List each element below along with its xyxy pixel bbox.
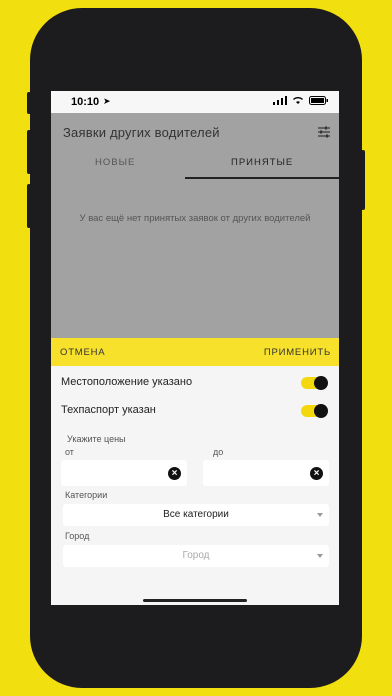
volume-up-button bbox=[27, 130, 31, 174]
passport-toggle[interactable] bbox=[301, 404, 328, 418]
location-arrow-icon: ➤ bbox=[103, 96, 111, 106]
price-to-label: до bbox=[213, 447, 224, 457]
chevron-down-icon bbox=[317, 554, 323, 558]
city-select[interactable]: Город bbox=[63, 545, 329, 567]
status-time: 10:10 bbox=[71, 96, 100, 108]
clear-icon[interactable]: × bbox=[168, 467, 181, 480]
tab-bar: НОВЫЕ ПРИНЯТЫЕ bbox=[51, 151, 339, 181]
volume-down-button bbox=[27, 184, 31, 228]
page-title: Заявки других водителей bbox=[63, 125, 220, 140]
filter-settings-icon[interactable] bbox=[317, 125, 331, 139]
toggle-knob bbox=[314, 376, 328, 390]
price-label: Укажите цены bbox=[67, 434, 126, 444]
wifi-icon bbox=[293, 97, 303, 104]
mute-switch bbox=[27, 92, 31, 114]
cancel-button[interactable]: ОТМЕНА bbox=[60, 347, 105, 358]
app-screen: 10:10 ➤ Заявки других водителей НОВЫЕ ПР… bbox=[51, 91, 339, 605]
power-button bbox=[361, 150, 365, 210]
toggle-knob bbox=[314, 404, 328, 418]
price-from-label: от bbox=[65, 447, 74, 457]
filter-action-bar: ОТМЕНА ПРИМЕНИТЬ bbox=[51, 338, 339, 366]
price-from-input[interactable]: × bbox=[61, 460, 187, 486]
empty-state-message: У вас ещё нет принятых заявок от других … bbox=[79, 213, 311, 224]
app-header: Заявки других водителей bbox=[51, 113, 339, 151]
active-tab-indicator bbox=[185, 177, 339, 179]
tab-new[interactable]: НОВЫЕ bbox=[95, 157, 135, 168]
chevron-down-icon bbox=[317, 513, 323, 517]
location-filter-label: Местоположение указано bbox=[61, 376, 193, 388]
home-indicator bbox=[143, 599, 247, 602]
location-toggle[interactable] bbox=[301, 376, 328, 390]
price-to-input[interactable]: × bbox=[203, 460, 329, 486]
apply-button[interactable]: ПРИМЕНИТЬ bbox=[264, 347, 331, 358]
signal-icon bbox=[273, 96, 287, 105]
status-bar: 10:10 ➤ bbox=[51, 91, 339, 113]
city-label: Город bbox=[65, 531, 90, 541]
passport-filter-label: Техпаспорт указан bbox=[61, 404, 156, 416]
city-placeholder: Город bbox=[182, 550, 210, 561]
category-label: Категории bbox=[65, 490, 108, 500]
tab-accepted[interactable]: ПРИНЯТЫЕ bbox=[231, 157, 293, 168]
clear-icon[interactable]: × bbox=[310, 467, 323, 480]
category-select[interactable]: Все категории bbox=[63, 504, 329, 526]
battery-icon bbox=[309, 96, 328, 105]
category-value: Все категории bbox=[163, 509, 229, 520]
